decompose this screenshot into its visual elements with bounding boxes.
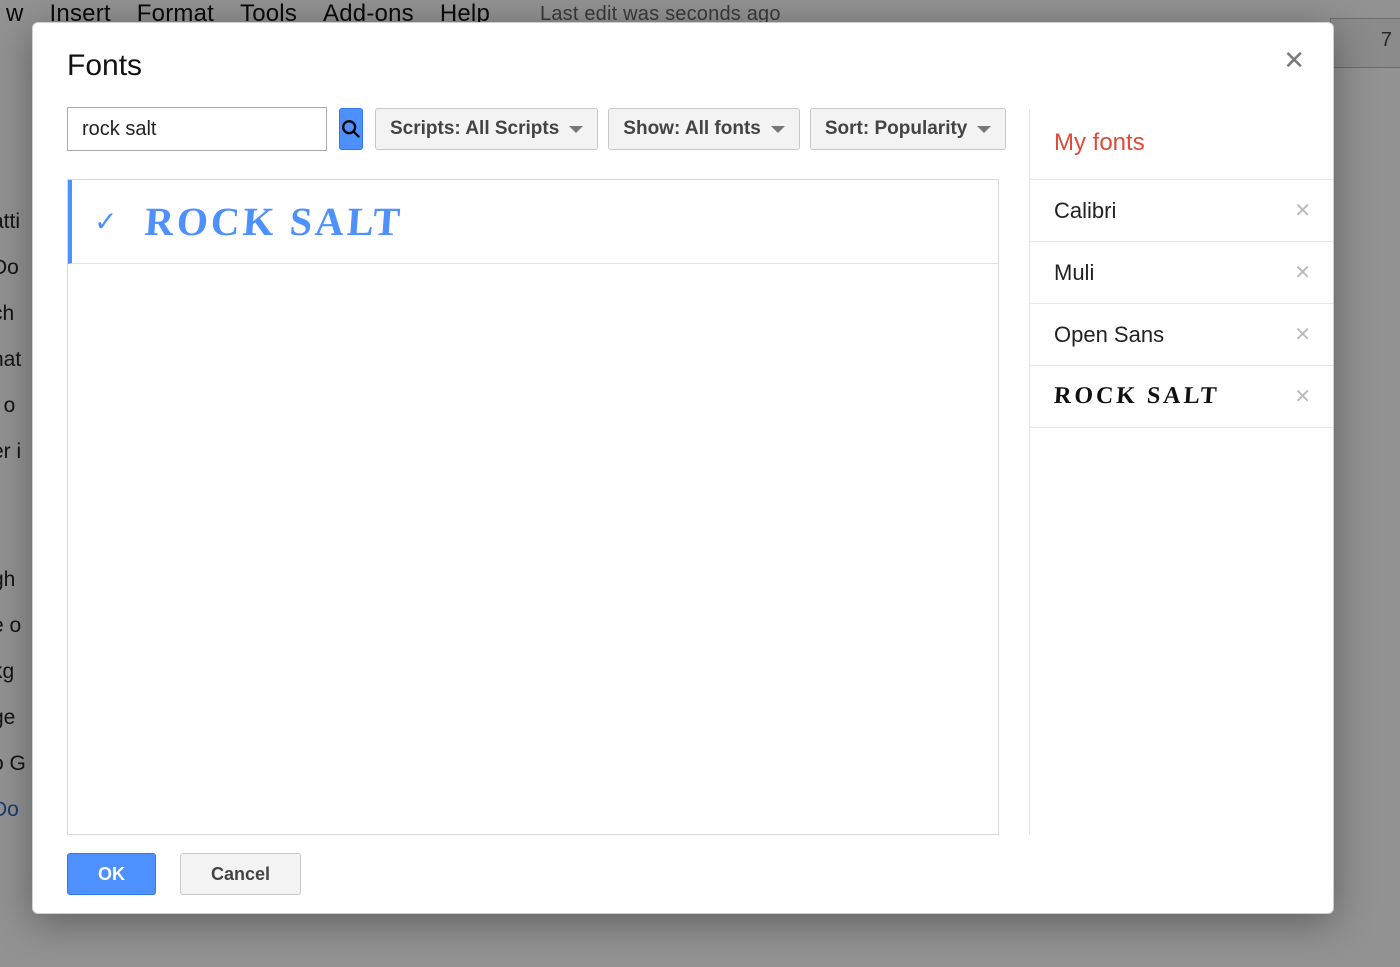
check-icon: ✓ (94, 208, 117, 236)
my-fonts-title: My fonts (1030, 109, 1333, 179)
cancel-button[interactable]: Cancel (180, 853, 301, 895)
cancel-button-label: Cancel (211, 864, 270, 885)
close-button[interactable]: ✕ (1283, 47, 1305, 73)
dialog-footer: OK Cancel (33, 835, 1333, 913)
search-icon (340, 118, 362, 140)
show-filter-label: Show: All fonts (623, 118, 761, 140)
my-font-name: Muli (1054, 260, 1094, 286)
search-and-results-panel: Scripts: All Scripts Show: All fonts Sor… (67, 101, 1029, 835)
chevron-down-icon (569, 126, 583, 133)
scripts-filter-label: Scripts: All Scripts (390, 118, 559, 140)
close-icon: ✕ (1283, 45, 1305, 75)
remove-font-button[interactable]: ✕ (1294, 387, 1311, 407)
chevron-down-icon (977, 126, 991, 133)
my-font-item[interactable]: Rock Salt ✕ (1030, 366, 1333, 428)
font-results-list[interactable]: ✓ Rock Salt (67, 179, 999, 835)
ok-button-label: OK (98, 864, 125, 885)
show-filter-dropdown[interactable]: Show: All fonts (608, 108, 800, 150)
chevron-down-icon (771, 126, 785, 133)
dialog-title: Fonts (33, 23, 1333, 101)
close-icon: ✕ (1294, 262, 1311, 284)
remove-font-button[interactable]: ✕ (1294, 325, 1311, 345)
my-font-item[interactable]: Muli ✕ (1030, 242, 1333, 304)
my-fonts-list: Calibri ✕ Muli ✕ Open Sans ✕ (1030, 179, 1333, 835)
sort-filter-label: Sort: Popularity (825, 118, 968, 140)
controls-row: Scripts: All Scripts Show: All fonts Sor… (67, 107, 999, 151)
my-fonts-panel: My fonts Calibri ✕ Muli ✕ Open Sans (1029, 109, 1333, 835)
font-result-name: Rock Salt (144, 198, 405, 245)
close-icon: ✕ (1294, 386, 1311, 408)
sort-filter-dropdown[interactable]: Sort: Popularity (810, 108, 1007, 150)
search-button[interactable] (339, 108, 363, 150)
my-font-name: Calibri (1054, 198, 1116, 224)
remove-font-button[interactable]: ✕ (1294, 201, 1311, 221)
close-icon: ✕ (1294, 200, 1311, 222)
close-icon: ✕ (1294, 324, 1311, 346)
my-font-name: Open Sans (1054, 322, 1164, 348)
fonts-dialog: Fonts ✕ Scripts: All Scripts (32, 22, 1334, 914)
font-search-input[interactable] (67, 107, 327, 151)
scripts-filter-dropdown[interactable]: Scripts: All Scripts (375, 108, 598, 150)
filter-group: Scripts: All Scripts Show: All fonts Sor… (375, 108, 1006, 150)
font-result-row[interactable]: ✓ Rock Salt (68, 180, 998, 264)
my-font-item[interactable]: Open Sans ✕ (1030, 304, 1333, 366)
my-font-name: Rock Salt (1053, 383, 1220, 410)
ok-button[interactable]: OK (67, 853, 156, 895)
remove-font-button[interactable]: ✕ (1294, 263, 1311, 283)
my-font-item[interactable]: Calibri ✕ (1030, 180, 1333, 242)
dialog-body: Scripts: All Scripts Show: All fonts Sor… (33, 101, 1333, 835)
